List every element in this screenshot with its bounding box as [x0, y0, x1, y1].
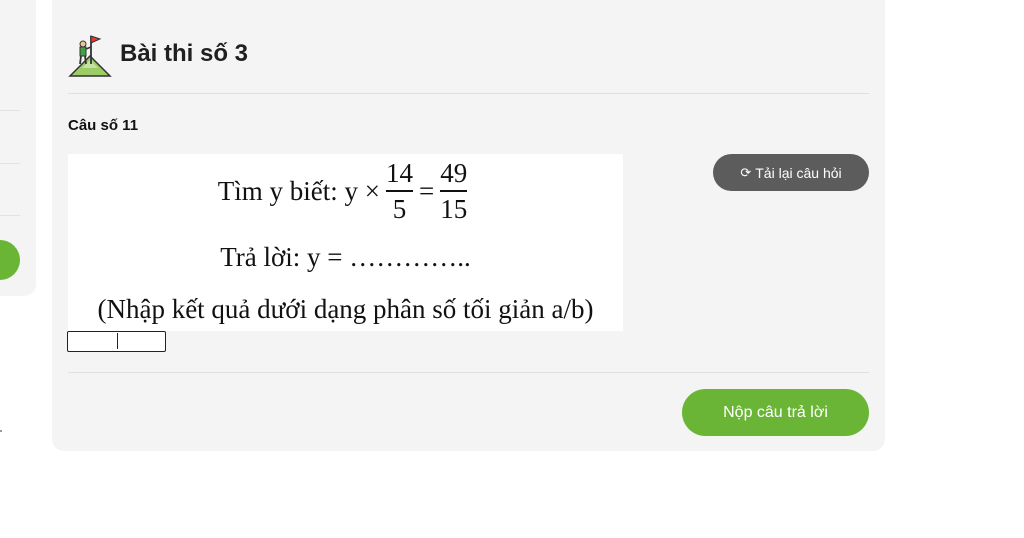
- footer-divider: [68, 372, 869, 373]
- equation-line: Tìm y biết: y × 14 5 = 49 15: [68, 158, 623, 224]
- side-divider: [0, 110, 20, 111]
- climber-flag-icon: [68, 35, 112, 77]
- fraction-numerator: 49: [440, 158, 468, 188]
- fraction-2: 49 15: [440, 158, 468, 224]
- exam-card: Bài thi số 3 Câu số 11 Tìm y biết: y × 1…: [52, 0, 885, 451]
- header-divider: [68, 93, 869, 94]
- question-number: Câu số 11: [68, 117, 139, 134]
- refresh-icon: ⟳: [740, 164, 752, 180]
- submit-answer-button[interactable]: Nộp câu trả lời: [682, 389, 869, 436]
- reload-question-button[interactable]: ⟳ Tải lại câu hỏi: [713, 154, 869, 191]
- submit-label: Nộp câu trả lời: [723, 403, 828, 421]
- side-divider: [0, 215, 20, 216]
- format-note: (Nhập kết quả dưới dạng phân số tối giản…: [97, 294, 594, 324]
- prompt-text: Tìm y biết: y ×: [217, 175, 380, 206]
- answer-line: Trả lời: y = …………..: [220, 242, 471, 272]
- exam-header: Bài thi số 3: [68, 30, 248, 78]
- side-divider: [0, 163, 20, 164]
- fraction-numerator: 14: [385, 158, 413, 188]
- fraction-1: 14 5: [385, 158, 413, 224]
- equals-sign: =: [418, 175, 435, 206]
- text-cursor: [117, 333, 118, 349]
- reload-label: Tải lại câu hỏi: [755, 164, 842, 181]
- fraction-denominator: 15: [440, 194, 468, 224]
- decorative-dot: [0, 430, 2, 432]
- question-content: Tìm y biết: y × 14 5 = 49 15 Trả lời: y …: [68, 154, 623, 331]
- fraction-denominator: 5: [392, 194, 407, 224]
- exam-title: Bài thi số 3: [120, 40, 249, 67]
